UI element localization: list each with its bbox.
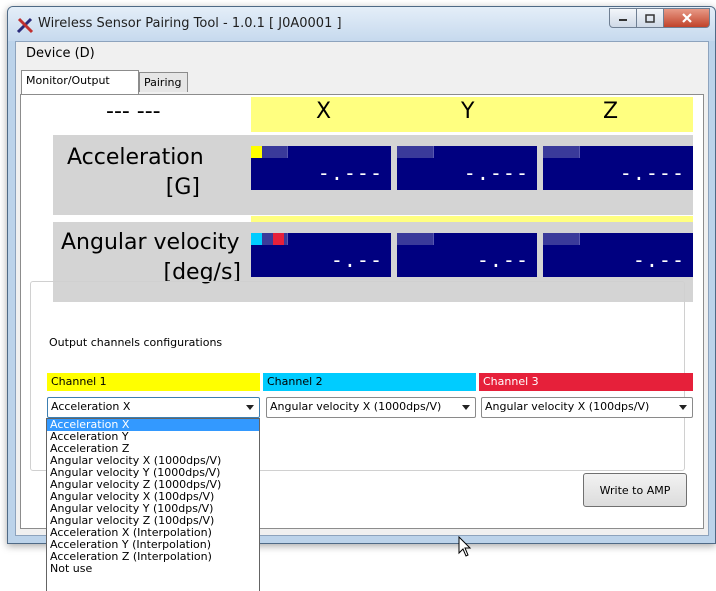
channel3-select-value: Angular velocity X (100dps/V) (485, 400, 650, 413)
channel2-marker (251, 233, 262, 245)
angvel-y-value: -.-- (476, 248, 529, 272)
channel2-header: Channel 2 (263, 373, 476, 391)
accel-x-display: -.--- (251, 146, 391, 190)
channel2-select-value: Angular velocity X (1000dps/V) (270, 400, 442, 413)
axis-z-label: Z (603, 99, 619, 124)
accel-y-display: -.--- (397, 146, 537, 190)
axis-y-label: Y (461, 99, 475, 124)
angvel-x-value: -.-- (330, 248, 383, 272)
accel-z-value: -.--- (619, 161, 685, 185)
tab-pairing[interactable]: Pairing (139, 72, 188, 92)
output-group-label: Output channels configurations (46, 336, 226, 349)
tab-monitor-output[interactable]: Monitor/Output (21, 70, 139, 94)
window-title: Wireless Sensor Pairing Tool - 1.0.1 [ J… (38, 16, 342, 31)
minimize-button[interactable] (609, 8, 637, 28)
corner-label: --- --- (106, 99, 161, 124)
accel-z-display: -.--- (543, 146, 693, 190)
channel1-header: Channel 1 (47, 373, 260, 391)
angvel-z-value: -.-- (632, 248, 685, 272)
channel2-select[interactable]: Angular velocity X (1000dps/V) (266, 397, 476, 418)
angvel-z-display: -.-- (543, 233, 693, 277)
close-icon (681, 13, 692, 23)
close-button[interactable] (664, 8, 710, 28)
angular-velocity-label-title: Angular velocity (61, 230, 240, 255)
title-bar[interactable]: Wireless Sensor Pairing Tool - 1.0.1 [ J… (8, 7, 715, 41)
marker-gap (262, 233, 273, 245)
angvel-y-display: -.-- (397, 233, 537, 277)
axis-x-label: X (316, 99, 332, 124)
angular-velocity-label: Angular velocity [deg/s] (61, 228, 241, 288)
channel1-select[interactable]: Acceleration X (47, 397, 260, 418)
accel-x-value: -.--- (317, 161, 383, 185)
display-tag (543, 233, 580, 245)
menu-device[interactable]: Device (D) (26, 46, 95, 61)
acceleration-unit: [G] (165, 175, 200, 200)
write-to-amp-button[interactable]: Write to AMP (583, 473, 687, 507)
minimize-icon (619, 19, 627, 21)
channel1-select-value: Acceleration X (51, 400, 131, 413)
chevron-down-icon (462, 405, 470, 410)
maximize-icon (645, 13, 655, 23)
channel3-marker (273, 233, 284, 245)
chevron-down-icon (679, 405, 687, 410)
angvel-x-display: -.-- (251, 233, 391, 277)
menu-bar: Device (D) (16, 42, 708, 66)
display-tag (397, 233, 434, 245)
chevron-down-icon (246, 405, 254, 410)
channel3-select[interactable]: Angular velocity X (100dps/V) (481, 397, 693, 418)
display-tag (543, 146, 580, 158)
channel3-header: Channel 3 (479, 373, 693, 391)
app-icon (16, 17, 34, 34)
acceleration-label: Acceleration [G] (61, 143, 236, 203)
maximize-button[interactable] (637, 8, 664, 28)
dropdown-option[interactable]: Not use (47, 563, 259, 575)
mouse-pointer-icon (458, 536, 472, 557)
acceleration-label-title: Acceleration (67, 145, 204, 170)
display-tag (397, 146, 434, 158)
channel1-marker (251, 146, 262, 158)
accel-y-value: -.--- (463, 161, 529, 185)
channel1-dropdown-list: Acceleration X Acceleration Y Accelerati… (46, 418, 260, 591)
